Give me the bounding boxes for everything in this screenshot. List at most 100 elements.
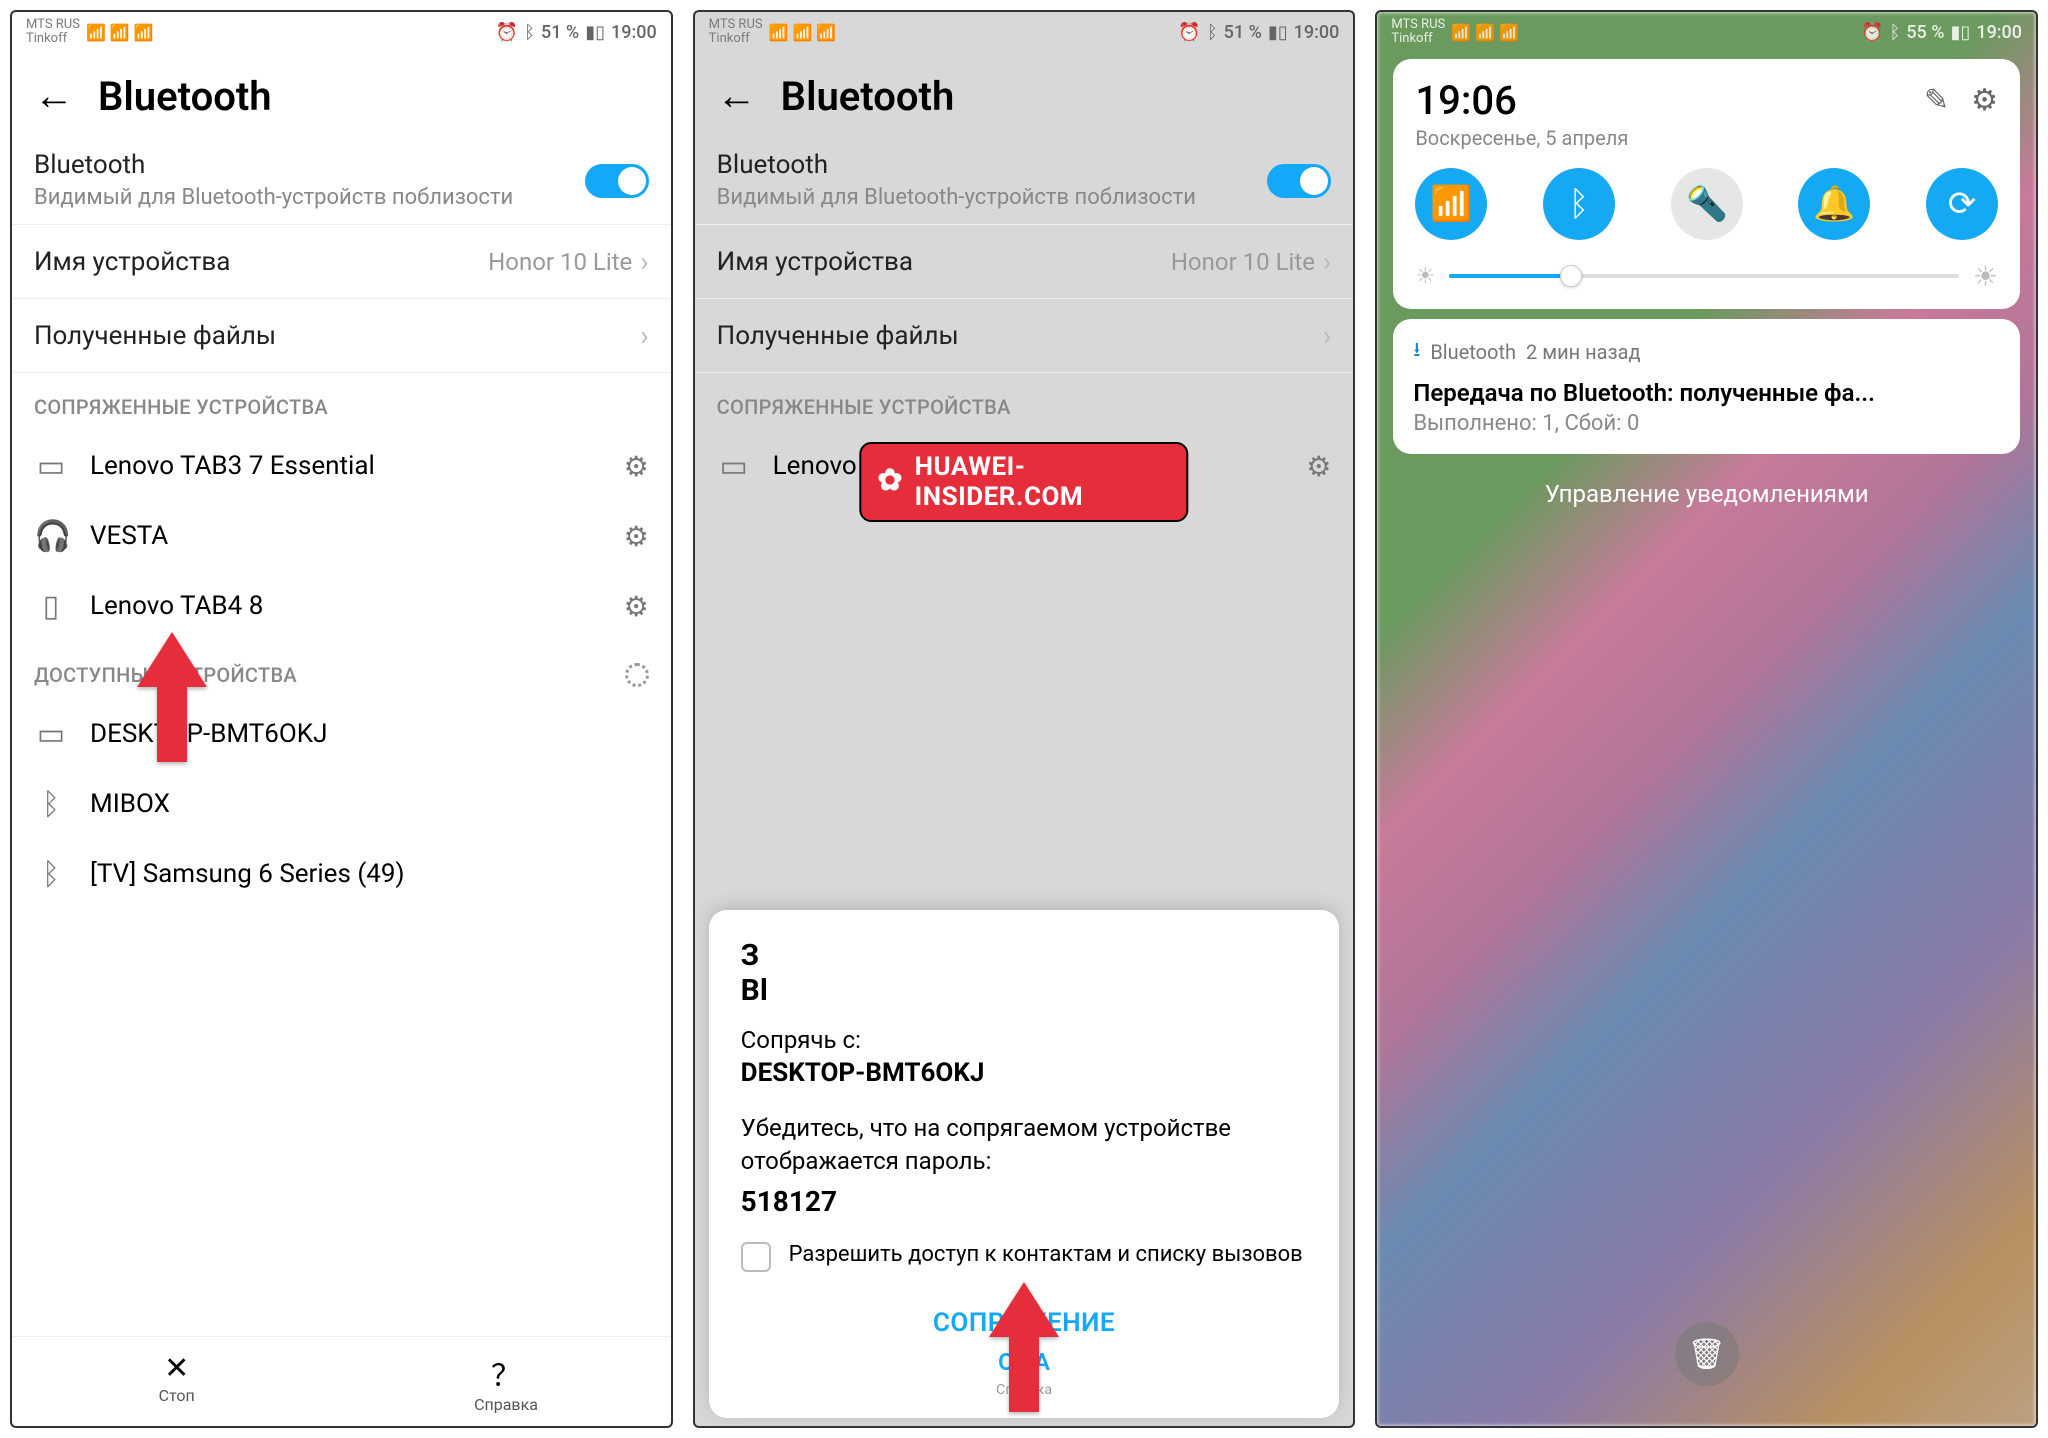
qs-date: Воскресенье, 5 апреля: [1415, 126, 1628, 150]
gear-icon[interactable]: ⚙: [624, 590, 649, 623]
bluetooth-icon: ᛒ: [1569, 184, 1589, 224]
section-available-devices: ДОСТУПНЫЕ УСТРОЙСТВА: [12, 641, 671, 699]
manage-notifications-link[interactable]: Управление уведомлениями: [1377, 462, 2036, 526]
carrier-line2: Tinkoff: [1391, 32, 1445, 46]
pair-device-name: DESKTOP-BMT6OKJ: [741, 1058, 1308, 1088]
notification-card[interactable]: ⭳ Bluetooth 2 мин назад Передача по Blue…: [1393, 319, 2020, 454]
sound-toggle[interactable]: 🔔: [1798, 168, 1870, 240]
row-received-files[interactable]: Полученные файлы ›: [12, 299, 671, 373]
row-bluetooth-toggle[interactable]: Bluetooth Видимый для Bluetooth-устройст…: [12, 138, 671, 226]
gear-icon[interactable]: ⚙: [624, 450, 649, 483]
received-files-label: Полученные файлы: [717, 321, 959, 351]
chevron-right-icon: ›: [1323, 319, 1331, 352]
available-device-row[interactable]: ▭ DESKTOP-BMT6OKJ: [12, 699, 671, 769]
device-name-value: Honor 10 Lite: [488, 248, 632, 276]
gear-icon[interactable]: ⚙: [624, 520, 649, 553]
watermark-badge: ✿ HUAWEI-INSIDER.COM: [859, 442, 1188, 522]
bluetooth-toggle-sublabel: Видимый для Bluetooth-устройств поблизос…: [717, 184, 1196, 213]
notif-title: Передача по Bluetooth: полученные фа...: [1413, 379, 2000, 407]
bluetooth-toggle-label: Bluetooth: [717, 150, 1196, 180]
flashlight-icon: 🔦: [1685, 184, 1727, 224]
clock-text: 19:00: [1294, 22, 1340, 43]
alarm-icon: ⏰: [1861, 22, 1883, 43]
autorotate-toggle[interactable]: ⟳: [1926, 168, 1998, 240]
gear-icon[interactable]: ⚙: [1306, 450, 1331, 483]
available-device-row[interactable]: ᛒ MIBOX: [12, 769, 671, 839]
stop-button[interactable]: ✕ Стоп: [12, 1337, 341, 1426]
wifi-toggle[interactable]: 📶: [1415, 168, 1487, 240]
carrier-line2: Tinkoff: [709, 32, 763, 46]
page-title: Bluetooth: [781, 73, 955, 120]
close-icon: ✕: [12, 1351, 341, 1386]
available-device-row[interactable]: ᛒ [TV] Samsung 6 Series (49): [12, 839, 671, 909]
status-bar: MTS RUS Tinkoff 📶 📶 📶 ⏰ ᛒ 55 % ▮▯ 19:00: [1377, 12, 2036, 49]
bluetooth-icon: ᛒ: [1890, 22, 1901, 43]
notif-app-name: Bluetooth: [1430, 340, 1516, 364]
received-files-label: Полученные файлы: [34, 321, 276, 351]
page-title: Bluetooth: [98, 73, 272, 120]
back-arrow-icon[interactable]: ←: [717, 76, 757, 116]
carrier-line2: Tinkoff: [26, 32, 80, 46]
row-received-files[interactable]: Полученные файлы ›: [695, 299, 1354, 373]
pair-message: Убедитесь, что на сопрягаемом устройстве…: [741, 1112, 1308, 1177]
carrier-line1: MTS RUS: [709, 18, 763, 32]
back-arrow-icon[interactable]: ←: [34, 76, 74, 116]
flashlight-toggle[interactable]: 🔦: [1671, 168, 1743, 240]
pair-code: 518127: [741, 1185, 1308, 1218]
row-device-name[interactable]: Имя устройства Honor 10 Lite ›: [12, 225, 671, 299]
battery-icon: ▮▯: [585, 22, 605, 43]
paired-device-row[interactable]: 🎧 VESTA ⚙: [12, 501, 671, 571]
bluetooth-icon: ᛒ: [1207, 22, 1218, 43]
paired-device-row[interactable]: ▭ Lenovo TAB3 7 Essential ⚙: [12, 431, 671, 501]
laptop-icon: ▭: [34, 717, 68, 752]
scanning-spinner-icon: [625, 663, 649, 687]
rotate-icon: ⟳: [1948, 184, 1977, 224]
trash-icon: 🗑: [1688, 1337, 1726, 1372]
battery-text: 51 %: [1224, 22, 1262, 43]
allow-contacts-row[interactable]: Разрешить доступ к контактам и списку вы…: [741, 1240, 1308, 1272]
brightness-high-icon: ☀: [1973, 260, 1998, 293]
brightness-slider[interactable]: [1449, 274, 1959, 278]
clock-text: 19:00: [611, 22, 657, 43]
carrier-line1: MTS RUS: [26, 18, 80, 32]
screen-bluetooth-settings: MTS RUS Tinkoff 📶 📶 📶 ⏰ ᛒ 51 % ▮▯ 19:00 …: [10, 10, 673, 1428]
annotation-arrow-icon: [137, 632, 207, 766]
qs-time: 19:06: [1415, 77, 1628, 124]
download-icon: ⭳: [1413, 335, 1420, 369]
brightness-low-icon: ☀: [1415, 264, 1435, 289]
paired-device-row[interactable]: ▯ Lenovo TAB4 8 ⚙: [12, 571, 671, 641]
quick-settings-panel: 19:06 Воскресенье, 5 апреля ✎ ⚙ 📶 ᛒ 🔦 🔔 …: [1393, 59, 2020, 309]
bluetooth-icon: ᛒ: [524, 22, 535, 43]
checkbox-icon[interactable]: [741, 1242, 771, 1272]
screen-pairing-dialog: MTS RUS Tinkoff 📶 📶 📶 ⏰ ᛒ 51 % ▮▯ 19:00 …: [693, 10, 1356, 1428]
bluetooth-toggle[interactable]: [1267, 164, 1331, 198]
gear-icon[interactable]: ⚙: [1971, 83, 1998, 118]
signal-icon: 📶 📶 📶: [1451, 23, 1519, 42]
battery-text: 55 %: [1906, 22, 1944, 43]
headphones-icon: 🎧: [34, 519, 68, 554]
signal-icon: 📶 📶 📶: [86, 23, 154, 42]
chevron-right-icon: ›: [1323, 245, 1331, 278]
battery-text: 51 %: [541, 22, 579, 43]
section-paired-devices: СОПРЯЖЕННЫЕ УСТРОЙСТВА: [695, 373, 1354, 431]
bluetooth-toggle[interactable]: ᛒ: [1543, 168, 1615, 240]
help-icon: ？: [341, 1351, 670, 1395]
bluetooth-toggle-label: Bluetooth: [34, 150, 513, 180]
notif-time: 2 мин назад: [1526, 340, 1641, 364]
bluetooth-icon: ᛒ: [34, 787, 68, 822]
device-name-label: Имя устройства: [717, 247, 913, 277]
signal-icon: 📶 📶 📶: [769, 23, 837, 42]
row-device-name[interactable]: Имя устройства Honor 10 Lite ›: [695, 225, 1354, 299]
carrier-line1: MTS RUS: [1391, 18, 1445, 32]
row-bluetooth-toggle[interactable]: Bluetooth Видимый для Bluetooth-устройст…: [695, 138, 1354, 226]
wifi-icon: 📶: [1430, 184, 1472, 224]
notif-body: Выполнено: 1, Сбой: 0: [1413, 411, 2000, 436]
help-button[interactable]: ？ Справка: [341, 1337, 670, 1426]
watermark-text: HUAWEI-INSIDER.COM: [915, 452, 1171, 512]
allow-contacts-label: Разрешить доступ к контактам и списку вы…: [789, 1240, 1303, 1270]
bluetooth-toggle[interactable]: [585, 164, 649, 198]
edit-icon[interactable]: ✎: [1924, 83, 1949, 118]
clear-all-button[interactable]: 🗑: [1675, 1322, 1739, 1386]
alarm-icon: ⏰: [1178, 22, 1200, 43]
device-name-label: Имя устройства: [34, 247, 230, 277]
